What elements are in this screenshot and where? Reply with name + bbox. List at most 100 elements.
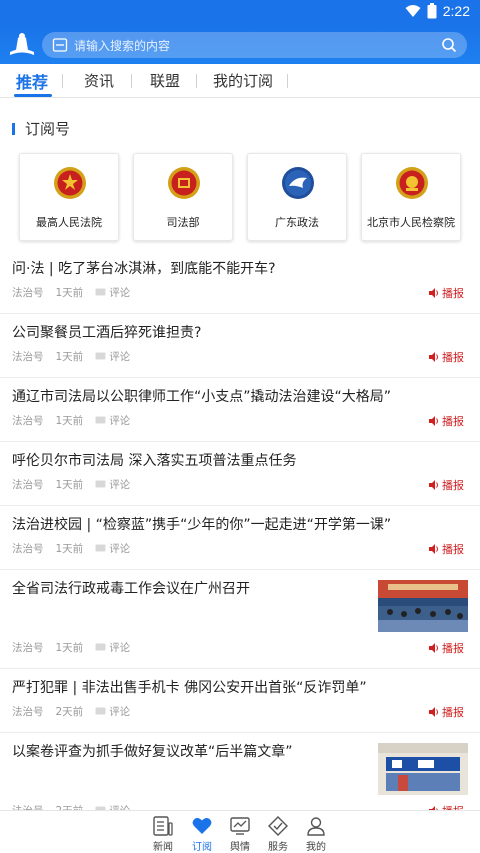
battery-icon <box>427 3 437 19</box>
tab-divider <box>196 74 197 88</box>
news-item[interactable]: 全省司法行政戒毒工作会议在广州召开 法治号 1天前 评论 播报 <box>0 570 480 669</box>
nav-label: 我的 <box>306 842 326 853</box>
subscription-label: 最高人民法院 <box>36 216 102 229</box>
news-source: 法治号 <box>12 642 44 654</box>
monitor-icon <box>230 817 250 835</box>
comment-icon <box>95 643 106 651</box>
broadcast-button[interactable]: 播报 <box>429 541 464 557</box>
news-item[interactable]: 法治进校园 | “检察蓝”携手“少年的你”一起走进“开学第一课” 法治号 1天前… <box>0 506 480 570</box>
subscription-card-guangdong[interactable]: 广东政法 <box>247 153 347 241</box>
subscription-card-supreme-court[interactable]: 最高人民法院 <box>19 153 119 241</box>
comment-label[interactable]: 评论 <box>109 349 130 364</box>
search-input[interactable]: 请输入搜索的内容 <box>74 37 170 54</box>
wifi-icon <box>405 5 421 17</box>
news-title[interactable]: 严打犯罪 | 非法出售手机卡 佛冈公安开出首张“反诈罚单” <box>12 677 367 697</box>
speaker-icon <box>429 707 438 717</box>
news-thumbnail[interactable] <box>378 580 468 632</box>
tab-my-subscriptions[interactable]: 我的订阅 <box>213 70 273 91</box>
subscription-card-justice-ministry[interactable]: 司法部 <box>133 153 233 241</box>
subscription-label: 北京市人民检察院 <box>367 216 455 229</box>
broadcast-label: 播报 <box>442 706 464 719</box>
news-thumbnail[interactable] <box>378 743 468 795</box>
broadcast-button[interactable]: 播报 <box>429 349 464 365</box>
nav-news[interactable]: 新闻 <box>143 815 183 853</box>
broadcast-label: 播报 <box>442 479 464 492</box>
subscription-section-header: 订阅号 <box>12 118 70 139</box>
category-tabs: 推荐 资讯 联盟 我的订阅 <box>0 64 480 98</box>
subscription-label: 广东政法 <box>275 216 319 229</box>
comment-label[interactable]: 评论 <box>109 285 130 300</box>
news-time: 1天前 <box>55 287 84 299</box>
news-item[interactable]: 问·法 | 吃了茅台冰淇淋，到底能不能开车? 法治号 1天前 评论 播报 <box>0 250 480 314</box>
news-title[interactable]: 通辽市司法局以公职律师工作“小支点”撬动法治建设“大格局” <box>12 386 391 406</box>
news-time: 1天前 <box>55 351 84 363</box>
news-title[interactable]: 公司聚餐员工酒后猝死谁担责? <box>12 322 201 342</box>
news-item[interactable]: 严打犯罪 | 非法出售手机卡 佛冈公安开出首张“反诈罚单” 法治号 2天前 评论… <box>0 669 480 733</box>
comment-label[interactable]: 评论 <box>109 477 130 492</box>
status-bar: 2:22 <box>0 0 480 24</box>
comment-label[interactable]: 评论 <box>109 704 130 719</box>
speaker-icon <box>429 544 438 554</box>
news-time: 2天前 <box>55 706 84 718</box>
nav-profile[interactable]: 我的 <box>296 815 336 853</box>
news-time: 1天前 <box>55 543 84 555</box>
news-time: 1天前 <box>55 642 84 654</box>
news-title[interactable]: 法治进校园 | “检察蓝”携手“少年的你”一起走进“开学第一课” <box>12 514 391 534</box>
tab-alliance[interactable]: 联盟 <box>150 70 180 91</box>
comment-label[interactable]: 评论 <box>109 640 130 655</box>
subscription-list: 最高人民法院 司法部 广东政法 北京市人民检察院 <box>0 153 480 243</box>
broadcast-button[interactable]: 播报 <box>429 413 464 429</box>
news-source: 法治号 <box>12 479 44 491</box>
comment-icon <box>95 352 106 360</box>
heart-icon <box>192 818 212 834</box>
news-item[interactable]: 通辽市司法局以公职律师工作“小支点”撬动法治建设“大格局” 法治号 1天前 评论… <box>0 378 480 442</box>
speaker-icon <box>429 643 438 653</box>
section-accent-bar <box>12 122 15 135</box>
broadcast-label: 播报 <box>442 351 464 364</box>
broadcast-button[interactable]: 播报 <box>429 285 464 301</box>
nav-subscribe[interactable]: 订阅 <box>182 815 222 853</box>
news-source: 法治号 <box>12 543 44 555</box>
speaker-icon <box>429 352 438 362</box>
nav-label: 舆情 <box>230 842 250 853</box>
news-source: 法治号 <box>12 706 44 718</box>
broadcast-button[interactable]: 播报 <box>429 640 464 656</box>
subscription-card-beijing-procuratorate[interactable]: 北京市人民检察院 <box>361 153 461 241</box>
news-time: 1天前 <box>55 415 84 427</box>
comment-icon <box>95 288 106 296</box>
news-title[interactable]: 全省司法行政戒毒工作会议在广州召开 <box>12 578 250 598</box>
section-title: 订阅号 <box>25 120 71 138</box>
news-meta: 法治号 1天前 评论 <box>12 541 130 556</box>
news-item[interactable]: 公司聚餐员工酒后猝死谁担责? 法治号 1天前 评论 播报 <box>0 314 480 378</box>
search-bar[interactable]: 请输入搜索的内容 <box>42 32 467 58</box>
nav-label: 新闻 <box>153 842 173 853</box>
broadcast-label: 播报 <box>442 287 464 300</box>
news-title[interactable]: 呼伦贝尔市司法局 深入落实五项普法重点任务 <box>12 450 296 470</box>
speaker-icon <box>429 416 438 426</box>
search-icon[interactable] <box>441 37 457 53</box>
tab-news[interactable]: 资讯 <box>84 70 114 91</box>
scan-icon[interactable] <box>52 37 68 53</box>
broadcast-button[interactable]: 播报 <box>429 477 464 493</box>
nav-service[interactable]: 服务 <box>258 815 298 853</box>
news-item[interactable]: 呼伦贝尔市司法局 深入落实五项普法重点任务 法治号 1天前 评论 播报 <box>0 442 480 506</box>
news-source: 法治号 <box>12 415 44 427</box>
comment-label[interactable]: 评论 <box>109 413 130 428</box>
news-meta: 法治号 1天前 评论 <box>12 285 130 300</box>
news-meta: 法治号 1天前 评论 <box>12 349 130 364</box>
news-meta: 法治号 1天前 评论 <box>12 413 130 428</box>
service-icon <box>268 816 288 836</box>
app-logo[interactable] <box>6 28 38 60</box>
comment-icon <box>95 707 106 715</box>
profile-icon <box>307 817 325 836</box>
news-title[interactable]: 以案卷评查为抓手做好复议改革“后半篇文章” <box>12 741 293 761</box>
broadcast-label: 播报 <box>442 415 464 428</box>
news-title[interactable]: 问·法 | 吃了茅台冰淇淋，到底能不能开车? <box>12 258 276 278</box>
broadcast-button[interactable]: 播报 <box>429 704 464 720</box>
comment-icon <box>95 416 106 424</box>
comment-label[interactable]: 评论 <box>109 541 130 556</box>
nav-public-opinion[interactable]: 舆情 <box>220 815 260 853</box>
speaker-icon <box>429 480 438 490</box>
news-meta: 法治号 2天前 评论 <box>12 704 130 719</box>
tab-recommend[interactable]: 推荐 <box>16 69 48 93</box>
